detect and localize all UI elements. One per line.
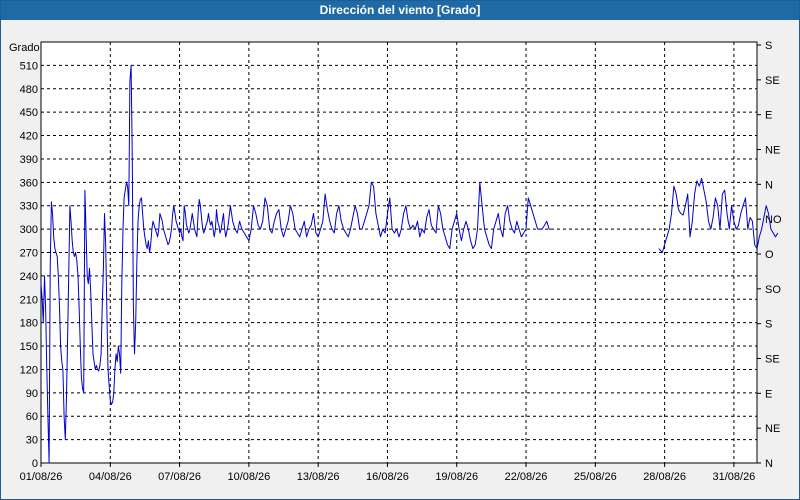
right-tick-label: NO [765,214,782,226]
x-tick-label: 16/08/26 [366,471,409,483]
chart-title: Dirección del viento [Grado] [1,1,799,20]
wind-direction-chart: 0 30 60 90 120 150 180 210 240 270 300 330 360 390 420… [9,40,782,483]
y-tick-label: 120 [20,364,38,376]
x-axis: 01/08/26 04/08/26 07/08/26 10/08/26 13/08/26… [20,463,755,483]
y-tick-label: 60 [26,411,38,423]
x-tick-label: 07/08/26 [158,471,201,483]
right-tick-label: N [765,179,773,191]
x-tick-label: 10/08/26 [227,471,270,483]
x-tick-label: 01/08/26 [20,471,63,483]
y-tick-label: 150 [20,341,38,353]
y-tick-label: 330 [20,201,38,213]
y-tick-label: 300 [20,224,38,236]
y-axis-label: Grado [9,42,40,54]
right-tick-label: E [765,110,772,122]
right-tick-label: SE [765,354,780,366]
x-tick-label: 31/08/26 [712,471,755,483]
y-tick-label: 420 [20,131,38,143]
y-axis-right: N NE E SE S SO O NO N NE E SE S [757,40,782,470]
right-tick-label: S [765,319,772,331]
right-tick-label: SE [765,75,780,87]
y-tick-label: 180 [20,318,38,330]
y-tick-label: 210 [20,294,38,306]
x-tick-label: 22/08/26 [505,471,548,483]
chart-window: Dirección del viento [Grado] 0 30 60 90 120 1… [0,0,800,500]
x-tick-label: 04/08/26 [89,471,132,483]
y-axis-left: 0 30 60 90 120 150 180 210 240 270 300 330 360 390 420… [20,60,38,470]
y-tick-label: 0 [32,458,38,470]
right-tick-label: SO [765,284,781,296]
x-tick-label: 13/08/26 [297,471,340,483]
y-tick-label: 30 [26,435,38,447]
x-tick-label: 28/08/26 [643,471,686,483]
y-tick-label: 480 [20,84,38,96]
y-tick-label: 450 [20,107,38,119]
right-tick-label: NE [765,423,780,435]
x-tick-label: 25/08/26 [574,471,617,483]
y-tick-label: 240 [20,271,38,283]
right-tick-label: N [765,458,773,470]
y-tick-label: 360 [20,177,38,189]
right-tick-label: NE [765,145,780,157]
y-tick-label: 390 [20,154,38,166]
right-tick-label: E [765,388,772,400]
y-tick-label: 510 [20,60,38,72]
y-tick-label: 270 [20,248,38,260]
y-tick-label: 90 [26,388,38,400]
right-tick-label: S [765,40,772,52]
x-tick-label: 19/08/26 [435,471,478,483]
right-tick-label: O [765,249,774,261]
